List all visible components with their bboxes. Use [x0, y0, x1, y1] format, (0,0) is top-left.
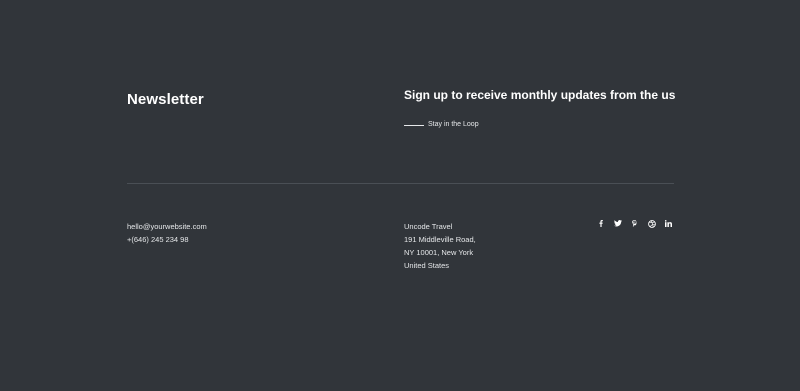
newsletter-title: Newsletter — [127, 91, 204, 108]
twitter-icon[interactable] — [609, 217, 626, 230]
address-line: 191 Middleville Road, — [404, 235, 476, 244]
site-footer: Newsletter Sign up to receive monthly up… — [0, 0, 800, 391]
address-line: United States — [404, 261, 450, 270]
stay-in-loop-text: Stay in the Loop — [428, 121, 479, 128]
address-line: Uncode Travel — [404, 222, 453, 231]
footer-divider — [127, 183, 674, 184]
dribbble-icon[interactable] — [643, 217, 660, 230]
address-block: Uncode Travel 191 Middleville Road, NY 1… — [404, 220, 476, 272]
linkedin-icon[interactable] — [660, 217, 677, 230]
address-line: NY 10001, New York — [404, 248, 474, 257]
phone-link[interactable]: +(646) 245 234 98 — [127, 233, 207, 246]
email-link[interactable]: hello@yourwebsite.com — [127, 220, 207, 233]
pinterest-icon[interactable] — [626, 217, 643, 230]
social-links — [592, 217, 677, 230]
contact-info: hello@yourwebsite.com +(646) 245 234 98 — [127, 220, 207, 246]
dash-divider — [404, 124, 424, 126]
facebook-icon[interactable] — [592, 217, 609, 230]
stay-in-loop-label: Stay in the Loop — [404, 120, 479, 130]
signup-heading: Sign up to receive monthly updates from … — [404, 88, 676, 102]
